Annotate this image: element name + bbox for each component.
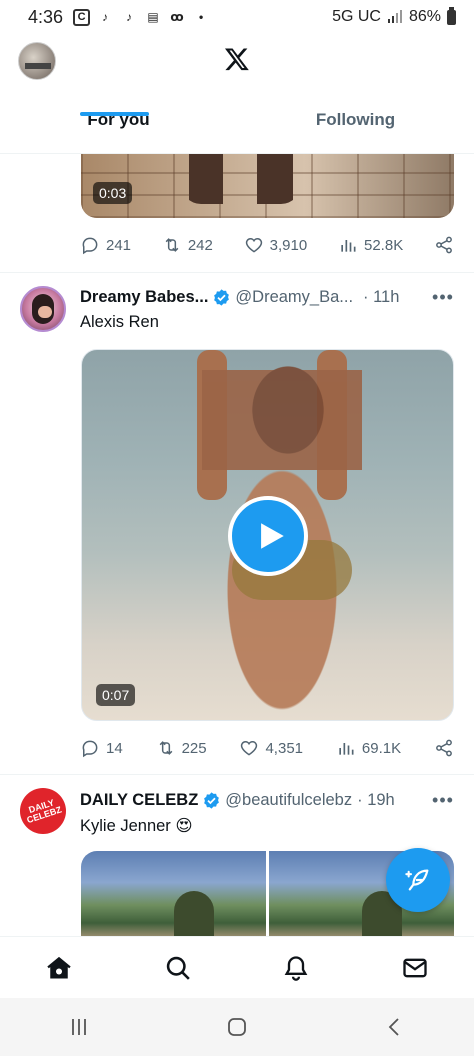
status-right: 5G UC 86% — [332, 6, 456, 26]
author-handle[interactable]: @beautifulcelebz — [225, 791, 352, 810]
share-button[interactable] — [434, 738, 454, 758]
dot-icon: • — [198, 10, 204, 24]
nav-search[interactable] — [158, 948, 198, 988]
tweet-actions: 14 225 4,351 69.1K — [80, 734, 454, 762]
video-duration: 0:07 — [96, 684, 136, 706]
share-icon — [436, 236, 452, 254]
like-button[interactable]: 4,351 — [239, 738, 303, 758]
system-nav-bar — [0, 998, 474, 1056]
play-button[interactable] — [228, 496, 308, 576]
prev-tweet-video[interactable]: 0:03 — [81, 154, 454, 218]
reply-icon — [82, 237, 98, 255]
tweet-header: Dreamy Babes... @Dreamy_Ba... · 11h — [80, 285, 460, 309]
repost-count: 225 — [181, 739, 207, 757]
x-logo-icon — [224, 48, 249, 71]
network-label: 5G UC — [332, 8, 381, 25]
tweet-time[interactable]: · 19h — [357, 791, 395, 810]
play-icon — [261, 523, 284, 549]
author-name[interactable]: DAILY CELEBZ — [80, 791, 198, 810]
news-icon: ▤ — [147, 10, 159, 24]
repost-button[interactable]: 242 — [162, 235, 213, 255]
video-frame-figure — [181, 154, 301, 204]
more-options-icon[interactable]: ••• — [432, 287, 454, 307]
tweet-text: Alexis Ren — [80, 313, 159, 331]
prev-tweet-actions: 241 242 3,910 52.8K — [80, 231, 454, 259]
compose-feather-icon — [405, 869, 429, 891]
repost-button[interactable]: 225 — [156, 738, 207, 758]
views-button[interactable]: 52.8K — [338, 235, 403, 255]
tab-following[interactable]: Following — [237, 102, 474, 154]
tweet-video[interactable]: 0:07 — [81, 349, 454, 721]
reply-icon — [82, 740, 98, 758]
tweet-divider — [0, 774, 474, 775]
recent-apps-icon — [72, 1019, 86, 1035]
views-icon — [339, 743, 354, 755]
heart-icon — [241, 740, 258, 756]
status-time: 4:36 — [28, 6, 64, 27]
signal-icon — [387, 10, 402, 23]
video-duration: 0:03 — [93, 182, 133, 204]
c-badge-icon: C — [73, 8, 91, 26]
home-system-button[interactable] — [217, 1007, 257, 1047]
mail-icon — [403, 958, 427, 977]
status-left: 4:36 C ♪ ♪ ▤ ꝏ • — [28, 7, 210, 28]
bell-icon — [284, 955, 308, 981]
home-square-icon — [228, 1018, 246, 1036]
tweet-divider — [0, 272, 474, 273]
back-button[interactable] — [375, 1007, 415, 1047]
author-name[interactable]: Dreamy Babes... — [80, 288, 208, 307]
views-count: 69.1K — [361, 739, 402, 757]
share-button[interactable] — [434, 235, 454, 255]
battery-icon — [447, 6, 456, 25]
share-icon — [436, 739, 452, 757]
author-handle[interactable]: @Dreamy_Ba... — [235, 288, 353, 307]
active-tab-indicator — [80, 112, 149, 116]
nav-messages[interactable] — [395, 948, 435, 988]
bottom-nav — [0, 936, 474, 998]
timeline-tabs: For you Following — [0, 102, 474, 154]
like-count: 4,351 — [265, 739, 304, 757]
verified-badge-icon — [204, 791, 220, 809]
views-button[interactable]: 69.1K — [336, 738, 401, 758]
compose-button[interactable] — [386, 848, 450, 912]
reply-button[interactable]: 14 — [80, 738, 123, 758]
tiktok-icon: ♪ — [126, 10, 133, 24]
reply-count: 14 — [106, 739, 123, 757]
avatar-face — [38, 306, 52, 318]
verified-badge-icon — [214, 288, 230, 306]
reply-button[interactable]: 241 — [80, 235, 131, 255]
repost-icon — [159, 741, 172, 755]
repost-count: 242 — [187, 236, 213, 254]
like-button[interactable]: 3,910 — [244, 235, 308, 255]
tweet-text: Kylie Jenner 😍 — [80, 817, 193, 835]
profile-avatar[interactable] — [18, 42, 56, 80]
tab-for-you[interactable]: For you — [0, 102, 237, 154]
like-count: 3,910 — [269, 236, 308, 254]
app-header: For you Following — [0, 34, 474, 154]
avatar[interactable] — [20, 286, 66, 332]
more-options-icon[interactable]: ••• — [432, 790, 454, 810]
header-divider — [0, 153, 474, 154]
avatar[interactable]: DAILY CELEBZ — [20, 788, 66, 834]
heart-icon — [245, 237, 262, 253]
repost-icon — [165, 238, 179, 252]
search-icon — [166, 956, 190, 980]
tweet-time[interactable]: · 11h — [363, 288, 399, 307]
back-chevron-icon — [388, 1018, 399, 1036]
home-icon — [47, 956, 71, 978]
status-bar: 4:36 C ♪ ♪ ▤ ꝏ • 5G UC 86% — [0, 0, 474, 34]
tweet-photo[interactable] — [81, 851, 266, 941]
tiktok-icon: ♪ — [102, 10, 109, 24]
nav-notifications[interactable] — [276, 948, 316, 988]
views-icon — [341, 240, 356, 252]
recent-apps-button[interactable] — [59, 1007, 99, 1047]
views-count: 52.8K — [364, 236, 404, 254]
battery-label: 86% — [408, 8, 441, 25]
avatar-text: DAILY CELEBZ — [25, 797, 63, 826]
tweet-header: DAILY CELEBZ @beautifulcelebz · 19h — [80, 788, 460, 812]
reply-count: 241 — [106, 236, 132, 254]
voicemail-icon: ꝏ — [170, 10, 184, 24]
nav-home[interactable] — [39, 948, 79, 988]
